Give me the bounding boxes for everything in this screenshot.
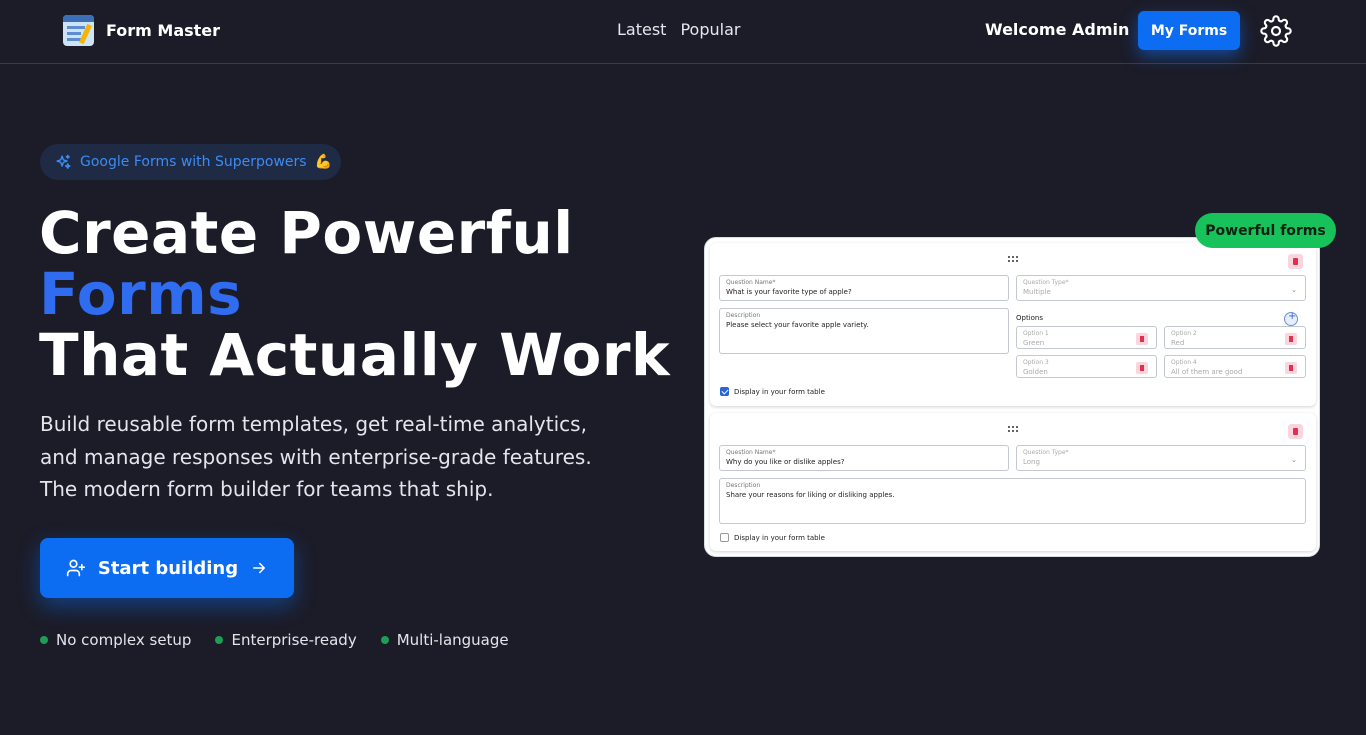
arrow-right-icon: [253, 562, 266, 574]
checkbox-checked-icon: [720, 387, 729, 396]
option-field: Option 2 Red: [1164, 326, 1306, 349]
my-forms-button[interactable]: My Forms: [1138, 11, 1240, 50]
checkbox-empty-icon: [720, 533, 729, 542]
question-card: Question Name* Why do you like or dislik…: [710, 413, 1316, 551]
headline-line-1: Create Powerful: [39, 199, 574, 267]
brand-name: Form Master: [106, 21, 221, 40]
start-building-label: Start building: [97, 557, 239, 579]
chevron-down-icon: ⌄: [1291, 286, 1297, 294]
display-in-table-checkbox: Display in your form table: [720, 533, 825, 542]
nav-link-popular[interactable]: Popular: [680, 20, 740, 39]
green-dot-icon: [215, 636, 224, 644]
gear-icon[interactable]: [1260, 15, 1292, 47]
feature-item: No complex setup: [40, 631, 191, 649]
sparkles-icon: [56, 154, 71, 169]
options-title: Options: [1016, 314, 1044, 322]
brand[interactable]: Form Master: [63, 15, 220, 46]
option-field: Option 1 Green: [1016, 326, 1157, 349]
user-plus-icon: [66, 559, 86, 577]
feature-label: Enterprise-ready: [231, 631, 357, 649]
feature-label: No complex setup: [56, 631, 192, 649]
description-field: Description Share your reasons for likin…: [719, 478, 1306, 524]
question-name-field: Question Name* What is your favorite typ…: [719, 275, 1009, 301]
welcome-text: Welcome Admin: [985, 20, 1130, 39]
superpowers-pill: Google Forms with Superpowers 💪: [40, 144, 341, 180]
subtitle-line-3: The modern form builder for teams that s…: [40, 477, 494, 501]
nav-link-latest[interactable]: Latest: [617, 20, 666, 39]
nav-links: Latest Popular: [617, 20, 740, 39]
add-option-icon: [1284, 311, 1298, 326]
feature-item: Enterprise-ready: [215, 631, 357, 649]
subtitle-line-2: and manage responses with enterprise-gra…: [40, 444, 592, 469]
drag-handle-icon: [1008, 426, 1018, 434]
green-dot-icon: [40, 636, 48, 644]
question-name-field: Question Name* Why do you like or dislik…: [719, 445, 1009, 471]
description-field: Description Please select your favorite …: [719, 308, 1009, 354]
headline-line-3: That Actually Work: [39, 321, 671, 389]
start-building-button[interactable]: Start building: [40, 538, 294, 598]
question-type-select: Question Type* Long ⌄: [1016, 445, 1306, 471]
feature-list: No complex setup Enterprise-ready Multi-…: [40, 631, 509, 649]
powerful-forms-badge: Powerful forms: [1195, 213, 1336, 248]
feature-item: Multi-language: [380, 631, 509, 649]
headline-line-2: Forms: [39, 260, 243, 328]
trash-icon: [1285, 333, 1297, 345]
chevron-down-icon: ⌄: [1291, 456, 1297, 464]
flexed-biceps-emoji: 💪: [314, 154, 333, 170]
trash-icon: [1136, 362, 1148, 374]
hero-headline: Create Powerful Forms That Actually Work: [39, 203, 670, 386]
top-navbar: Form Master Latest Popular Welcome Admin…: [0, 0, 1366, 64]
form-master-logo-icon: [63, 15, 94, 46]
option-field: Option 3 Golden: [1016, 355, 1157, 378]
trash-icon: [1288, 254, 1303, 269]
pill-text: Google Forms with Superpowers: [80, 154, 307, 170]
green-dot-icon: [380, 636, 389, 644]
question-type-select: Question Type* Multiple ⌄: [1016, 275, 1306, 301]
display-in-table-checkbox: Display in your form table: [720, 387, 825, 396]
form-builder-preview: Question Name* What is your favorite typ…: [704, 237, 1320, 557]
drag-handle-icon: [1008, 256, 1018, 264]
trash-icon: [1288, 424, 1303, 439]
feature-label: Multi-language: [396, 631, 509, 649]
option-field: Option 4 All of them are good: [1164, 355, 1306, 378]
question-card: Question Name* What is your favorite typ…: [710, 243, 1316, 406]
subtitle-line-1: Build reusable form templates, get real-…: [40, 412, 587, 436]
trash-icon: [1136, 333, 1148, 345]
trash-icon: [1285, 362, 1297, 374]
hero-subtitle: Build reusable form templates, get real-…: [40, 408, 640, 506]
